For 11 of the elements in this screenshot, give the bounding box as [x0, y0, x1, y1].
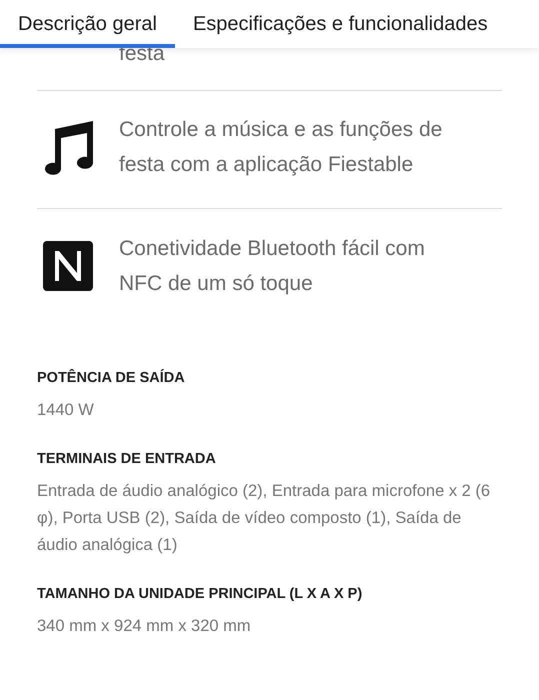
- spec-value: Entrada de áudio analógico (2), Entrada para microfone x 2 (6 φ), Porta USB (2), Saída de vídeo composto (1), Saída de áudio analógica (1): [37, 481, 492, 556]
- tab[interactable]: Descrição geral: [0, 0, 175, 48]
- spec-value: 340 mm x 924 mm x 320 mm: [37, 616, 252, 637]
- nfc-icon: [43, 241, 93, 291]
- spec-label: TERMINAIS DE ENTRADA: [37, 450, 217, 468]
- tab[interactable]: Especificações e funcionalidades: [174, 0, 506, 48]
- feature-text: Controle a música e as funções de festa com a aplicação Fiestable: [119, 117, 444, 178]
- spec-value: 1440 W: [37, 400, 95, 421]
- feature-text: Conetividade Bluetooth fácil com NFC de um só toque: [119, 236, 426, 297]
- spec-label: TAMANHO DA UNIDADE PRINCIPAL (L X A X P): [37, 585, 364, 603]
- spec-label: POTÊNCIA DE SAÍDA: [37, 369, 186, 387]
